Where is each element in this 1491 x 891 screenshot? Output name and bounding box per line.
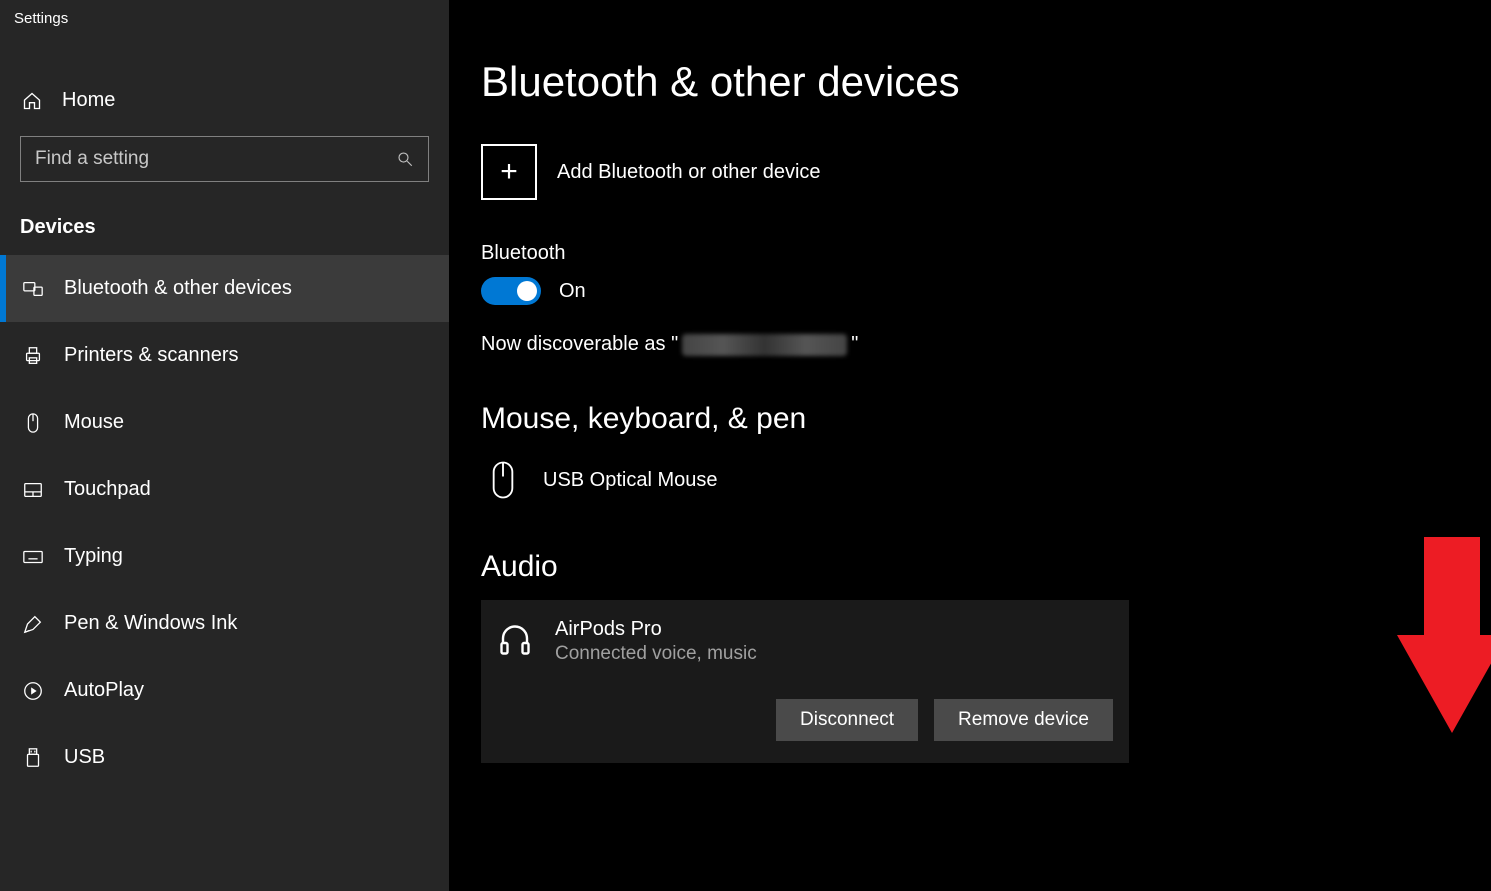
section-audio-heading: Audio [481,550,1459,584]
search-wrap [0,132,449,190]
sidebar: Settings Home Devices Bluetooth & other … [0,0,449,891]
plus-icon: + [481,144,537,200]
device-name: AirPods Pro [555,618,757,641]
sidebar-section-label: Devices [0,190,449,255]
bluetooth-toggle[interactable] [481,277,541,305]
sidebar-item-mouse[interactable]: Mouse [0,389,449,456]
sidebar-item-label: AutoPlay [64,679,144,702]
sidebar-item-label: Bluetooth & other devices [64,277,292,300]
sidebar-item-label: Pen & Windows Ink [64,612,237,635]
device-status: Connected voice, music [555,643,757,665]
sidebar-item-typing[interactable]: Typing [0,523,449,590]
device-name: USB Optical Mouse [543,469,718,492]
add-device-button[interactable]: + Add Bluetooth or other device [481,144,1459,200]
discoverable-prefix: Now discoverable as " [481,333,678,356]
headphones-icon [497,618,533,662]
device-card-airpods[interactable]: AirPods Pro Connected voice, music Disco… [481,600,1129,763]
pen-icon [22,613,44,635]
home-nav[interactable]: Home [0,69,449,132]
search-box[interactable] [20,136,429,182]
sidebar-item-autoplay[interactable]: AutoPlay [0,657,449,724]
discoverable-text: Now discoverable as " " [481,333,1459,356]
discoverable-suffix: " [851,333,858,356]
section-mouse-heading: Mouse, keyboard, & pen [481,402,1459,436]
sidebar-item-label: Touchpad [64,478,151,501]
autoplay-icon [22,680,44,702]
sidebar-item-usb[interactable]: USB [0,724,449,791]
sidebar-item-printers[interactable]: Printers & scanners [0,322,449,389]
sidebar-item-pen[interactable]: Pen & Windows Ink [0,590,449,657]
home-label: Home [62,89,115,112]
sidebar-item-label: Mouse [64,411,124,434]
remove-device-button[interactable]: Remove device [934,699,1113,741]
window-title: Settings [0,0,449,37]
device-row-mouse[interactable]: USB Optical Mouse [481,452,1459,550]
keyboard-icon [22,546,44,568]
bluetooth-toggle-row: On [481,277,1459,305]
redacted-device-name [682,334,847,356]
disconnect-button[interactable]: Disconnect [776,699,918,741]
touchpad-icon [22,479,44,501]
usb-icon [22,747,44,769]
sidebar-item-label: USB [64,746,105,769]
sidebar-item-touchpad[interactable]: Touchpad [0,456,449,523]
page-title: Bluetooth & other devices [481,58,1459,106]
sidebar-item-label: Printers & scanners [64,344,239,367]
bluetooth-devices-icon [22,278,44,300]
search-icon [396,150,414,168]
printer-icon [22,345,44,367]
home-icon [22,91,42,111]
bluetooth-toggle-state: On [559,280,586,303]
bluetooth-label: Bluetooth [481,242,1459,265]
mouse-icon [485,458,521,502]
sidebar-item-label: Typing [64,545,123,568]
add-device-label: Add Bluetooth or other device [557,161,821,184]
search-input[interactable] [35,148,396,170]
sidebar-item-bluetooth[interactable]: Bluetooth & other devices [0,255,449,322]
nav-list: Bluetooth & other devices Printers & sca… [0,255,449,791]
main-panel: Bluetooth & other devices + Add Bluetoot… [449,0,1491,891]
mouse-icon [22,412,44,434]
